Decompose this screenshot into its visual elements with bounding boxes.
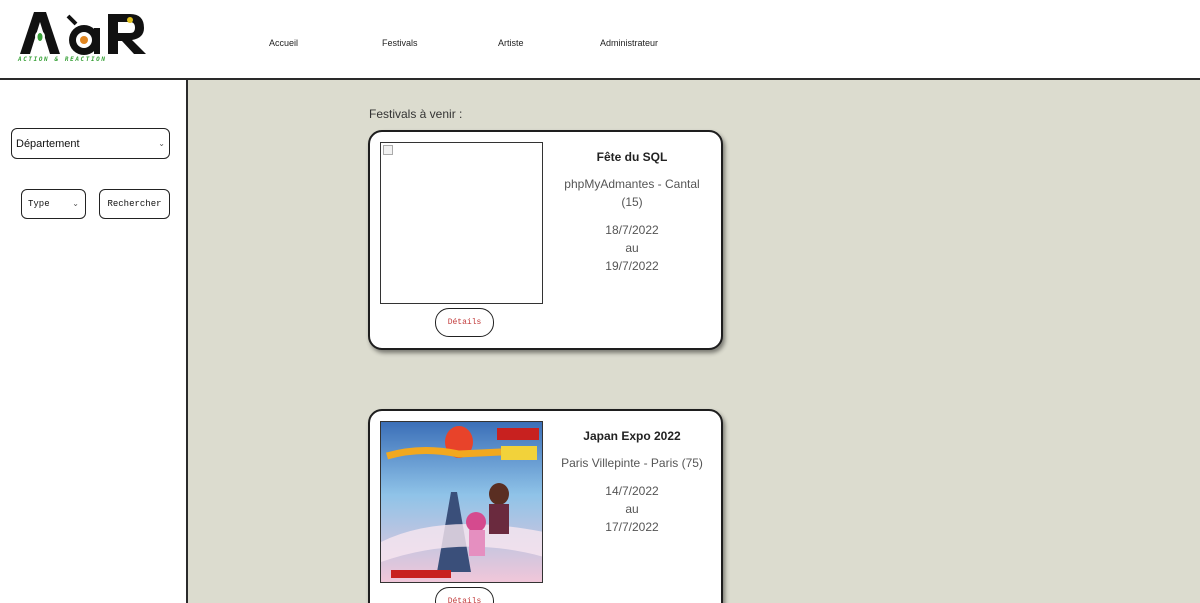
filter-sidebar: Département ⌄ Type ⌄ Rechercher — [0, 80, 188, 603]
festival-date-separator: au — [625, 502, 639, 516]
festival-image — [380, 421, 543, 583]
festival-info: Japan Expo 2022 Paris Villepinte - Paris… — [557, 429, 707, 536]
department-select-value: Département — [16, 137, 80, 150]
broken-image-icon — [383, 145, 393, 155]
nav-festivals[interactable]: Festivals — [382, 38, 418, 48]
nav-artiste[interactable]: Artiste — [498, 38, 524, 48]
logo-mark-icon — [20, 12, 146, 55]
festival-info: Fête du SQL phpMyAdmantes - Cantal (15) … — [557, 150, 707, 275]
search-button[interactable]: Rechercher — [99, 189, 170, 219]
chevron-down-icon: ⌄ — [72, 200, 79, 209]
festival-image — [380, 142, 543, 304]
nav-administrateur[interactable]: Administrateur — [600, 38, 658, 48]
festival-dates: 18/7/2022 au 19/7/2022 — [557, 221, 707, 275]
chevron-down-icon: ⌄ — [158, 139, 165, 148]
festival-title: Japan Expo 2022 — [583, 429, 681, 443]
details-button[interactable]: Détails — [435, 587, 494, 603]
festival-dates: 14/7/2022 au 17/7/2022 — [557, 482, 707, 536]
poster-image-icon — [381, 422, 542, 582]
top-header: ACTION & REACTION Accueil Festivals Arti… — [0, 0, 1200, 80]
festival-card: Fête du SQL phpMyAdmantes - Cantal (15) … — [368, 130, 723, 350]
festival-card: Japan Expo 2022 Paris Villepinte - Paris… — [368, 409, 723, 603]
type-select[interactable]: Type ⌄ — [21, 189, 86, 219]
type-select-value: Type — [28, 199, 50, 209]
festival-date-start: 14/7/2022 — [605, 484, 659, 498]
department-select[interactable]: Département ⌄ — [11, 128, 170, 159]
festival-date-separator: au — [625, 241, 639, 255]
nav-accueil[interactable]: Accueil — [269, 38, 298, 48]
details-button[interactable]: Détails — [435, 308, 494, 337]
logo-tagline: ACTION & REACTION — [18, 56, 107, 63]
brand-logo[interactable]: ACTION & REACTION — [18, 10, 148, 66]
festival-title: Fête du SQL — [596, 150, 668, 164]
section-title: Festivals à venir : — [369, 107, 463, 121]
festival-date-end: 17/7/2022 — [605, 520, 659, 534]
festival-date-start: 18/7/2022 — [605, 223, 659, 237]
festival-date-end: 19/7/2022 — [605, 259, 659, 273]
festival-place: Paris Villepinte - Paris (75) — [561, 456, 703, 470]
festival-place: phpMyAdmantes - Cantal (15) — [564, 177, 700, 209]
